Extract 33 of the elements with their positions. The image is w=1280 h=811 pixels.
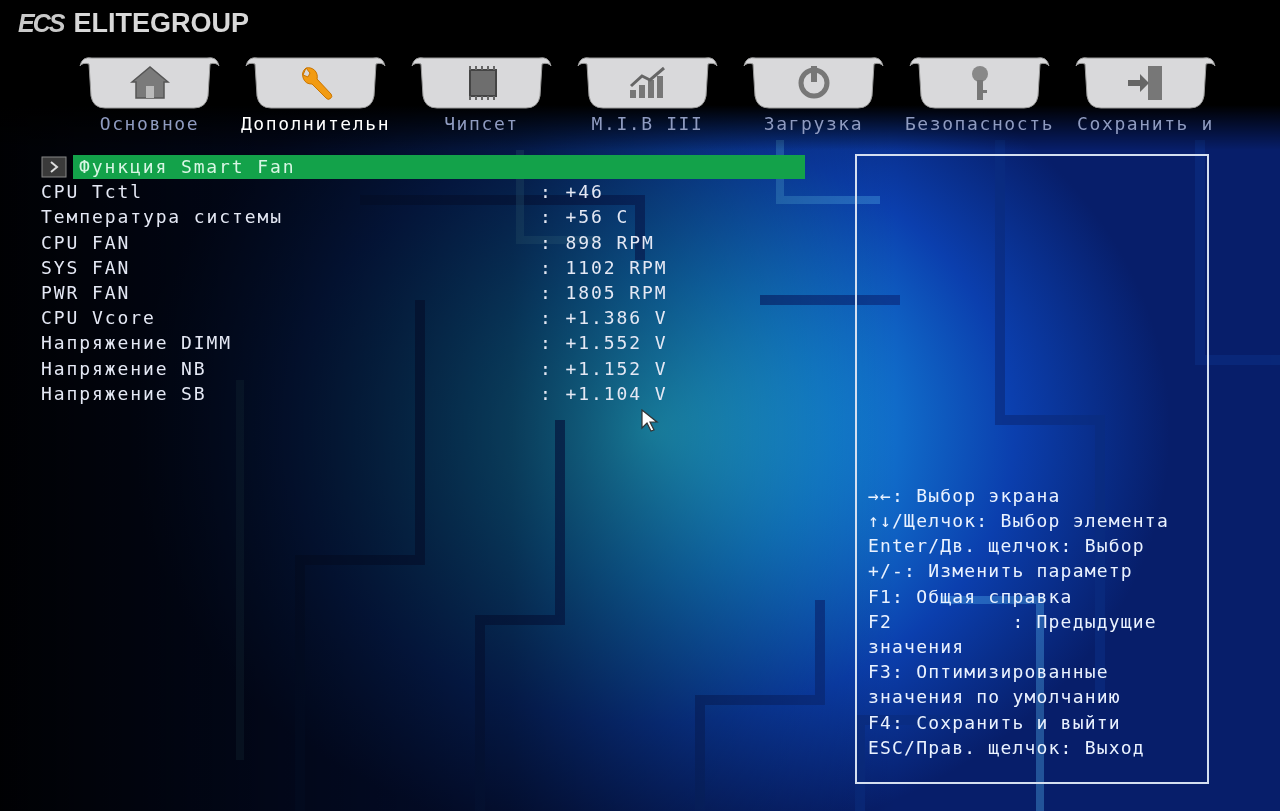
sensor-value: : +1.104 V — [540, 382, 668, 404]
help-text: ↑↓/Щелчок: Выбор элемента — [868, 508, 1170, 533]
help-text: значения — [868, 635, 966, 659]
help-text: Enter/Дв. щелчок: Выбор — [868, 534, 1146, 559]
sensor-value: : +1.152 V — [540, 357, 668, 379]
sensor-value: : +56 C — [540, 206, 630, 228]
sensor-label: SYS FAN — [41, 256, 132, 278]
home-icon — [129, 64, 170, 102]
sensor-value: : +1.552 V — [540, 332, 668, 354]
sensor-label: Температура системы — [41, 206, 284, 228]
sensor-label: Напряжение SB — [41, 382, 208, 404]
sensor-label: Напряжение NB — [41, 357, 208, 379]
help-text: F4: Сохранить и выйти — [868, 710, 1122, 735]
logo-mark: ECS — [18, 8, 64, 38]
help-text: +/-: Изменить параметр — [868, 559, 1134, 584]
help-text: F2 : Предыдущие — [868, 609, 1158, 634]
help-text: ESC/Прав. щелчок: Выход — [868, 735, 1146, 760]
help-text: F3: Оптимизированные — [868, 660, 1110, 685]
sensor-label: CPU Tctl — [41, 181, 144, 203]
sensor-value: : 898 RPM — [540, 231, 655, 253]
sensor-value: : +1.386 V — [540, 307, 668, 329]
sensor-label: Напряжение DIMM — [41, 332, 234, 354]
mouse-cursor-icon — [641, 409, 659, 433]
sensor-value: : +46 — [540, 181, 604, 203]
help-text: F1: Общая справка — [868, 584, 1074, 609]
help-text: значения по умолчанию — [868, 685, 1122, 710]
sensor-label: PWR FAN — [41, 282, 132, 304]
help-text: →←: Выбор экрана — [868, 483, 1062, 508]
sensor-label: CPU Vcore — [41, 307, 157, 329]
sensor-label: CPU FAN — [41, 231, 132, 253]
brand-name: ELITEGROUP — [73, 7, 249, 39]
sensor-value: : 1102 RPM — [540, 256, 668, 278]
sensor-value: : 1805 RPM — [540, 282, 668, 304]
